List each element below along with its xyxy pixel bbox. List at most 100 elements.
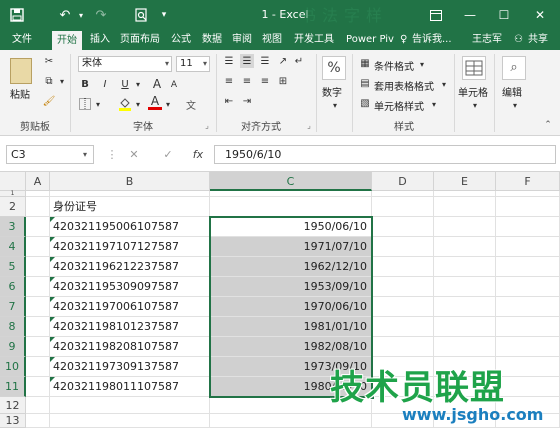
cell-styles-button[interactable]: 单元格样式 (374, 98, 424, 113)
undo-dropdown-icon[interactable]: ▾ (76, 6, 86, 24)
format-painter-icon[interactable]: 🖌 (42, 94, 56, 108)
cell-a5[interactable] (26, 257, 50, 277)
cell-e7[interactable] (434, 297, 496, 317)
align-center-icon[interactable]: ≡ (240, 74, 254, 88)
cells-button[interactable]: 单元格 (458, 84, 488, 99)
cell-f7[interactable] (496, 297, 560, 317)
row-header-8[interactable]: 8 (0, 317, 26, 337)
paste-icon[interactable] (10, 58, 32, 84)
cell-f13[interactable] (496, 414, 560, 428)
paste-label[interactable]: 粘贴 (10, 86, 30, 101)
conditional-dropdown-icon[interactable]: ▾ (418, 58, 426, 70)
cell-c7[interactable]: 1970/06/10 (210, 297, 372, 317)
cell-b6[interactable]: 420321195309097587 (50, 277, 210, 297)
tab-data[interactable]: 数据 (198, 30, 226, 50)
cancel-entry-button[interactable]: ✕ (126, 146, 142, 162)
cell-d5[interactable] (372, 257, 434, 277)
cell-a3[interactable] (26, 217, 50, 237)
tab-formulas[interactable]: 公式 (166, 30, 196, 50)
cell-b9[interactable]: 420321198208107587 (50, 337, 210, 357)
font-size-combo[interactable]: 11 ▾ (176, 56, 210, 72)
row-header-5[interactable]: 5 (0, 257, 26, 277)
bold-button[interactable]: B (78, 77, 92, 91)
cell-a2[interactable] (26, 197, 50, 217)
cut-icon[interactable]: ✂ (42, 54, 56, 68)
column-header-f[interactable]: F (496, 172, 560, 191)
row-header-3[interactable]: 3 (0, 217, 26, 237)
decrease-indent-icon[interactable]: ⇤ (222, 94, 236, 108)
tab-power-pivot[interactable]: Power Piv (342, 30, 398, 50)
font-color-dropdown-icon[interactable]: ▾ (164, 97, 172, 111)
increase-indent-icon[interactable]: ⇥ (240, 94, 254, 108)
borders-dropdown-icon[interactable]: ▾ (94, 97, 102, 111)
name-box-dropdown-icon[interactable]: ▾ (80, 148, 90, 160)
cell-a12[interactable] (26, 397, 50, 414)
select-all-corner[interactable] (0, 172, 26, 191)
cell-c11[interactable]: 1980/11/10 (210, 377, 372, 397)
percent-icon[interactable]: % (322, 56, 346, 80)
cell-c8[interactable]: 1981/01/10 (210, 317, 372, 337)
cell-f5[interactable] (496, 257, 560, 277)
save-icon[interactable] (8, 6, 26, 24)
cell-b5[interactable]: 420321196212237587 (50, 257, 210, 277)
copy-dropdown-icon[interactable]: ▾ (58, 74, 66, 88)
cell-e12[interactable] (434, 397, 496, 414)
cell-d10[interactable] (372, 357, 434, 377)
alignment-dialog-launcher-icon[interactable]: ⌟ (304, 120, 314, 130)
row-header-12[interactable]: 12 (0, 397, 26, 414)
undo-icon[interactable]: ↶ (54, 6, 76, 24)
cell-c13[interactable] (210, 414, 372, 428)
align-bottom-icon[interactable]: ☰ (258, 54, 272, 68)
cell-d13[interactable] (372, 414, 434, 428)
cell-d3[interactable] (372, 217, 434, 237)
conditional-format-icon[interactable]: ▦ (358, 56, 372, 70)
cell-b2[interactable]: 身份证号 (50, 197, 210, 217)
cell-f2[interactable] (496, 197, 560, 217)
tab-view[interactable]: 视图 (258, 30, 286, 50)
cell-c4[interactable]: 1971/07/10 (210, 237, 372, 257)
cell-a10[interactable] (26, 357, 50, 377)
cell-f10[interactable] (496, 357, 560, 377)
cell-a9[interactable] (26, 337, 50, 357)
conditional-format-button[interactable]: 条件格式 (374, 58, 414, 73)
format-table-dropdown-icon[interactable]: ▾ (440, 78, 448, 90)
cell-f12[interactable] (496, 397, 560, 414)
font-dialog-launcher-icon[interactable]: ⌟ (202, 120, 212, 130)
cell-e10[interactable] (434, 357, 496, 377)
align-top-icon[interactable]: ☰ (222, 54, 236, 68)
editing-button[interactable]: 编辑 (502, 84, 522, 99)
shrink-font-button[interactable]: A (168, 79, 180, 91)
cell-c12[interactable] (210, 397, 372, 414)
cell-e5[interactable] (434, 257, 496, 277)
tab-insert[interactable]: 插入 (86, 30, 114, 50)
cell-a7[interactable] (26, 297, 50, 317)
merge-center-icon[interactable]: ⊞ (276, 74, 290, 88)
cell-d8[interactable] (372, 317, 434, 337)
cell-e9[interactable] (434, 337, 496, 357)
tab-developer[interactable]: 开发工具 (288, 30, 340, 50)
cell-e11[interactable] (434, 377, 496, 397)
tab-home[interactable]: 开始 (52, 30, 82, 50)
cells-dropdown-icon[interactable]: ▾ (470, 100, 480, 110)
format-as-table-button[interactable]: 套用表格格式 (374, 78, 434, 93)
cell-f4[interactable] (496, 237, 560, 257)
copy-icon[interactable]: ⧉ (42, 74, 56, 88)
cell-b13[interactable] (50, 414, 210, 428)
cell-a4[interactable] (26, 237, 50, 257)
row-header-11[interactable]: 11 (0, 377, 26, 397)
cell-c10[interactable]: 1973/09/10 (210, 357, 372, 377)
italic-button[interactable]: I (98, 77, 112, 91)
row-header-6[interactable]: 6 (0, 277, 26, 297)
cell-b11[interactable]: 420321198011107587 (50, 377, 210, 397)
column-header-b[interactable]: B (50, 172, 210, 191)
cell-a8[interactable] (26, 317, 50, 337)
tab-page-layout[interactable]: 页面布局 (116, 30, 164, 50)
cell-f11[interactable] (496, 377, 560, 397)
cell-a11[interactable] (26, 377, 50, 397)
cell-d2[interactable] (372, 197, 434, 217)
cell-a13[interactable] (26, 414, 50, 428)
row-header-9[interactable]: 9 (0, 337, 26, 357)
align-middle-icon[interactable]: ☰ (240, 54, 254, 68)
cell-d6[interactable] (372, 277, 434, 297)
cell-b4[interactable]: 420321197107127587 (50, 237, 210, 257)
